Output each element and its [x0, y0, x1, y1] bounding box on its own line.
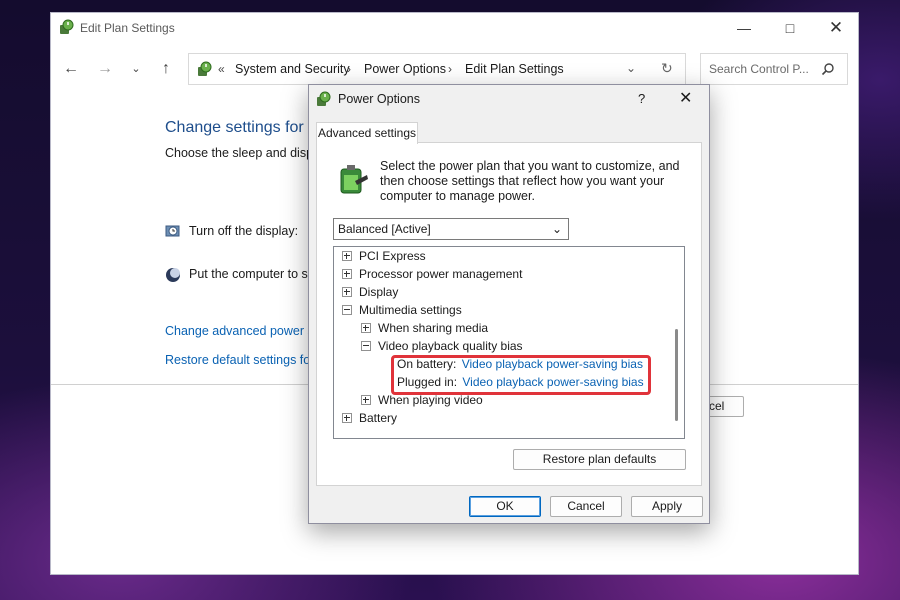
dialog-description: Select the power plan that you want to c… — [380, 159, 680, 203]
breadcrumb-power-options[interactable]: Power Options — [364, 62, 446, 76]
breadcrumb-separator-icon: › — [347, 62, 351, 76]
chevron-down-icon[interactable]: ⌄ — [626, 61, 636, 75]
highlight-box — [391, 355, 651, 395]
maximize-icon[interactable]: □ — [767, 13, 813, 43]
breadcrumb-overflow[interactable]: « — [218, 62, 225, 76]
scrollbar-thumb[interactable] — [675, 329, 678, 421]
up-arrow-icon[interactable]: ↑ — [154, 57, 178, 81]
cancel-button[interactable]: Cancel — [550, 496, 622, 517]
display-clock-icon — [165, 225, 180, 237]
expand-icon[interactable] — [342, 268, 352, 279]
tree-item-pci-express[interactable]: PCI Express — [342, 247, 426, 265]
collapse-icon[interactable] — [342, 304, 352, 315]
tree-item-multimedia[interactable]: Multimedia settings — [342, 301, 462, 319]
page-subtitle: Choose the sleep and displa — [165, 146, 323, 160]
power-options-icon — [198, 61, 212, 76]
restore-defaults-link[interactable]: Restore default settings for — [165, 353, 314, 367]
help-button[interactable]: ? — [638, 91, 645, 106]
breadcrumb-edit-plan[interactable]: Edit Plan Settings — [465, 62, 564, 76]
apply-button[interactable]: Apply — [631, 496, 703, 517]
dialog-title: Power Options — [338, 92, 420, 106]
breadcrumb-system-security[interactable]: System and Security — [235, 62, 350, 76]
minimize-icon[interactable]: — — [721, 13, 767, 43]
plan-select[interactable]: Balanced [Active] ⌄ — [333, 218, 569, 240]
address-bar[interactable]: « System and Security › Power Options › … — [188, 53, 686, 85]
search-input[interactable]: Search Control P... — [700, 53, 848, 85]
tree-item-display[interactable]: Display — [342, 283, 398, 301]
power-options-dialog: Power Options ? ✕ Advanced settings Sele… — [308, 84, 710, 524]
sleep-label: Put the computer to sl — [189, 267, 311, 281]
moon-icon — [166, 268, 180, 282]
tab-advanced-settings[interactable]: Advanced settings — [316, 122, 418, 144]
search-icon[interactable] — [821, 62, 835, 76]
expand-icon[interactable] — [361, 394, 371, 405]
plan-select-value: Balanced [Active] — [338, 222, 431, 236]
tree-item-video-quality[interactable]: Video playback quality bias — [361, 337, 523, 355]
chevron-down-icon[interactable]: ⌄ — [124, 57, 148, 81]
settings-tree[interactable]: PCI Express Processor power management D… — [333, 246, 685, 439]
expand-icon[interactable] — [342, 412, 352, 423]
advanced-settings-link[interactable]: Change advanced power se — [165, 324, 321, 338]
breadcrumb-separator-icon: › — [448, 62, 452, 76]
window-title: Edit Plan Settings — [80, 21, 175, 35]
tree-item-battery[interactable]: Battery — [342, 409, 397, 427]
power-options-icon — [317, 91, 331, 106]
battery-plug-icon — [340, 165, 368, 194]
expand-icon[interactable] — [342, 286, 352, 297]
turn-off-display-label: Turn off the display: — [189, 224, 299, 238]
tree-item-sharing-media[interactable]: When sharing media — [361, 319, 488, 337]
back-arrow-icon[interactable]: ← — [59, 57, 83, 81]
close-icon[interactable]: ✕ — [813, 13, 859, 43]
search-placeholder: Search Control P... — [709, 62, 809, 76]
collapse-icon[interactable] — [361, 340, 371, 351]
restore-plan-defaults-button[interactable]: Restore plan defaults — [513, 449, 686, 470]
refresh-icon[interactable]: ↻ — [661, 60, 673, 77]
expand-icon[interactable] — [361, 322, 371, 333]
page-title: Change settings for t — [165, 119, 313, 136]
expand-icon[interactable] — [342, 250, 352, 261]
power-options-icon — [60, 19, 74, 34]
close-icon[interactable]: ✕ — [679, 88, 692, 108]
chevron-down-icon: ⌄ — [551, 222, 562, 236]
forward-arrow-icon[interactable]: → — [93, 57, 117, 81]
tree-item-processor[interactable]: Processor power management — [342, 265, 522, 283]
ok-button[interactable]: OK — [469, 496, 541, 517]
